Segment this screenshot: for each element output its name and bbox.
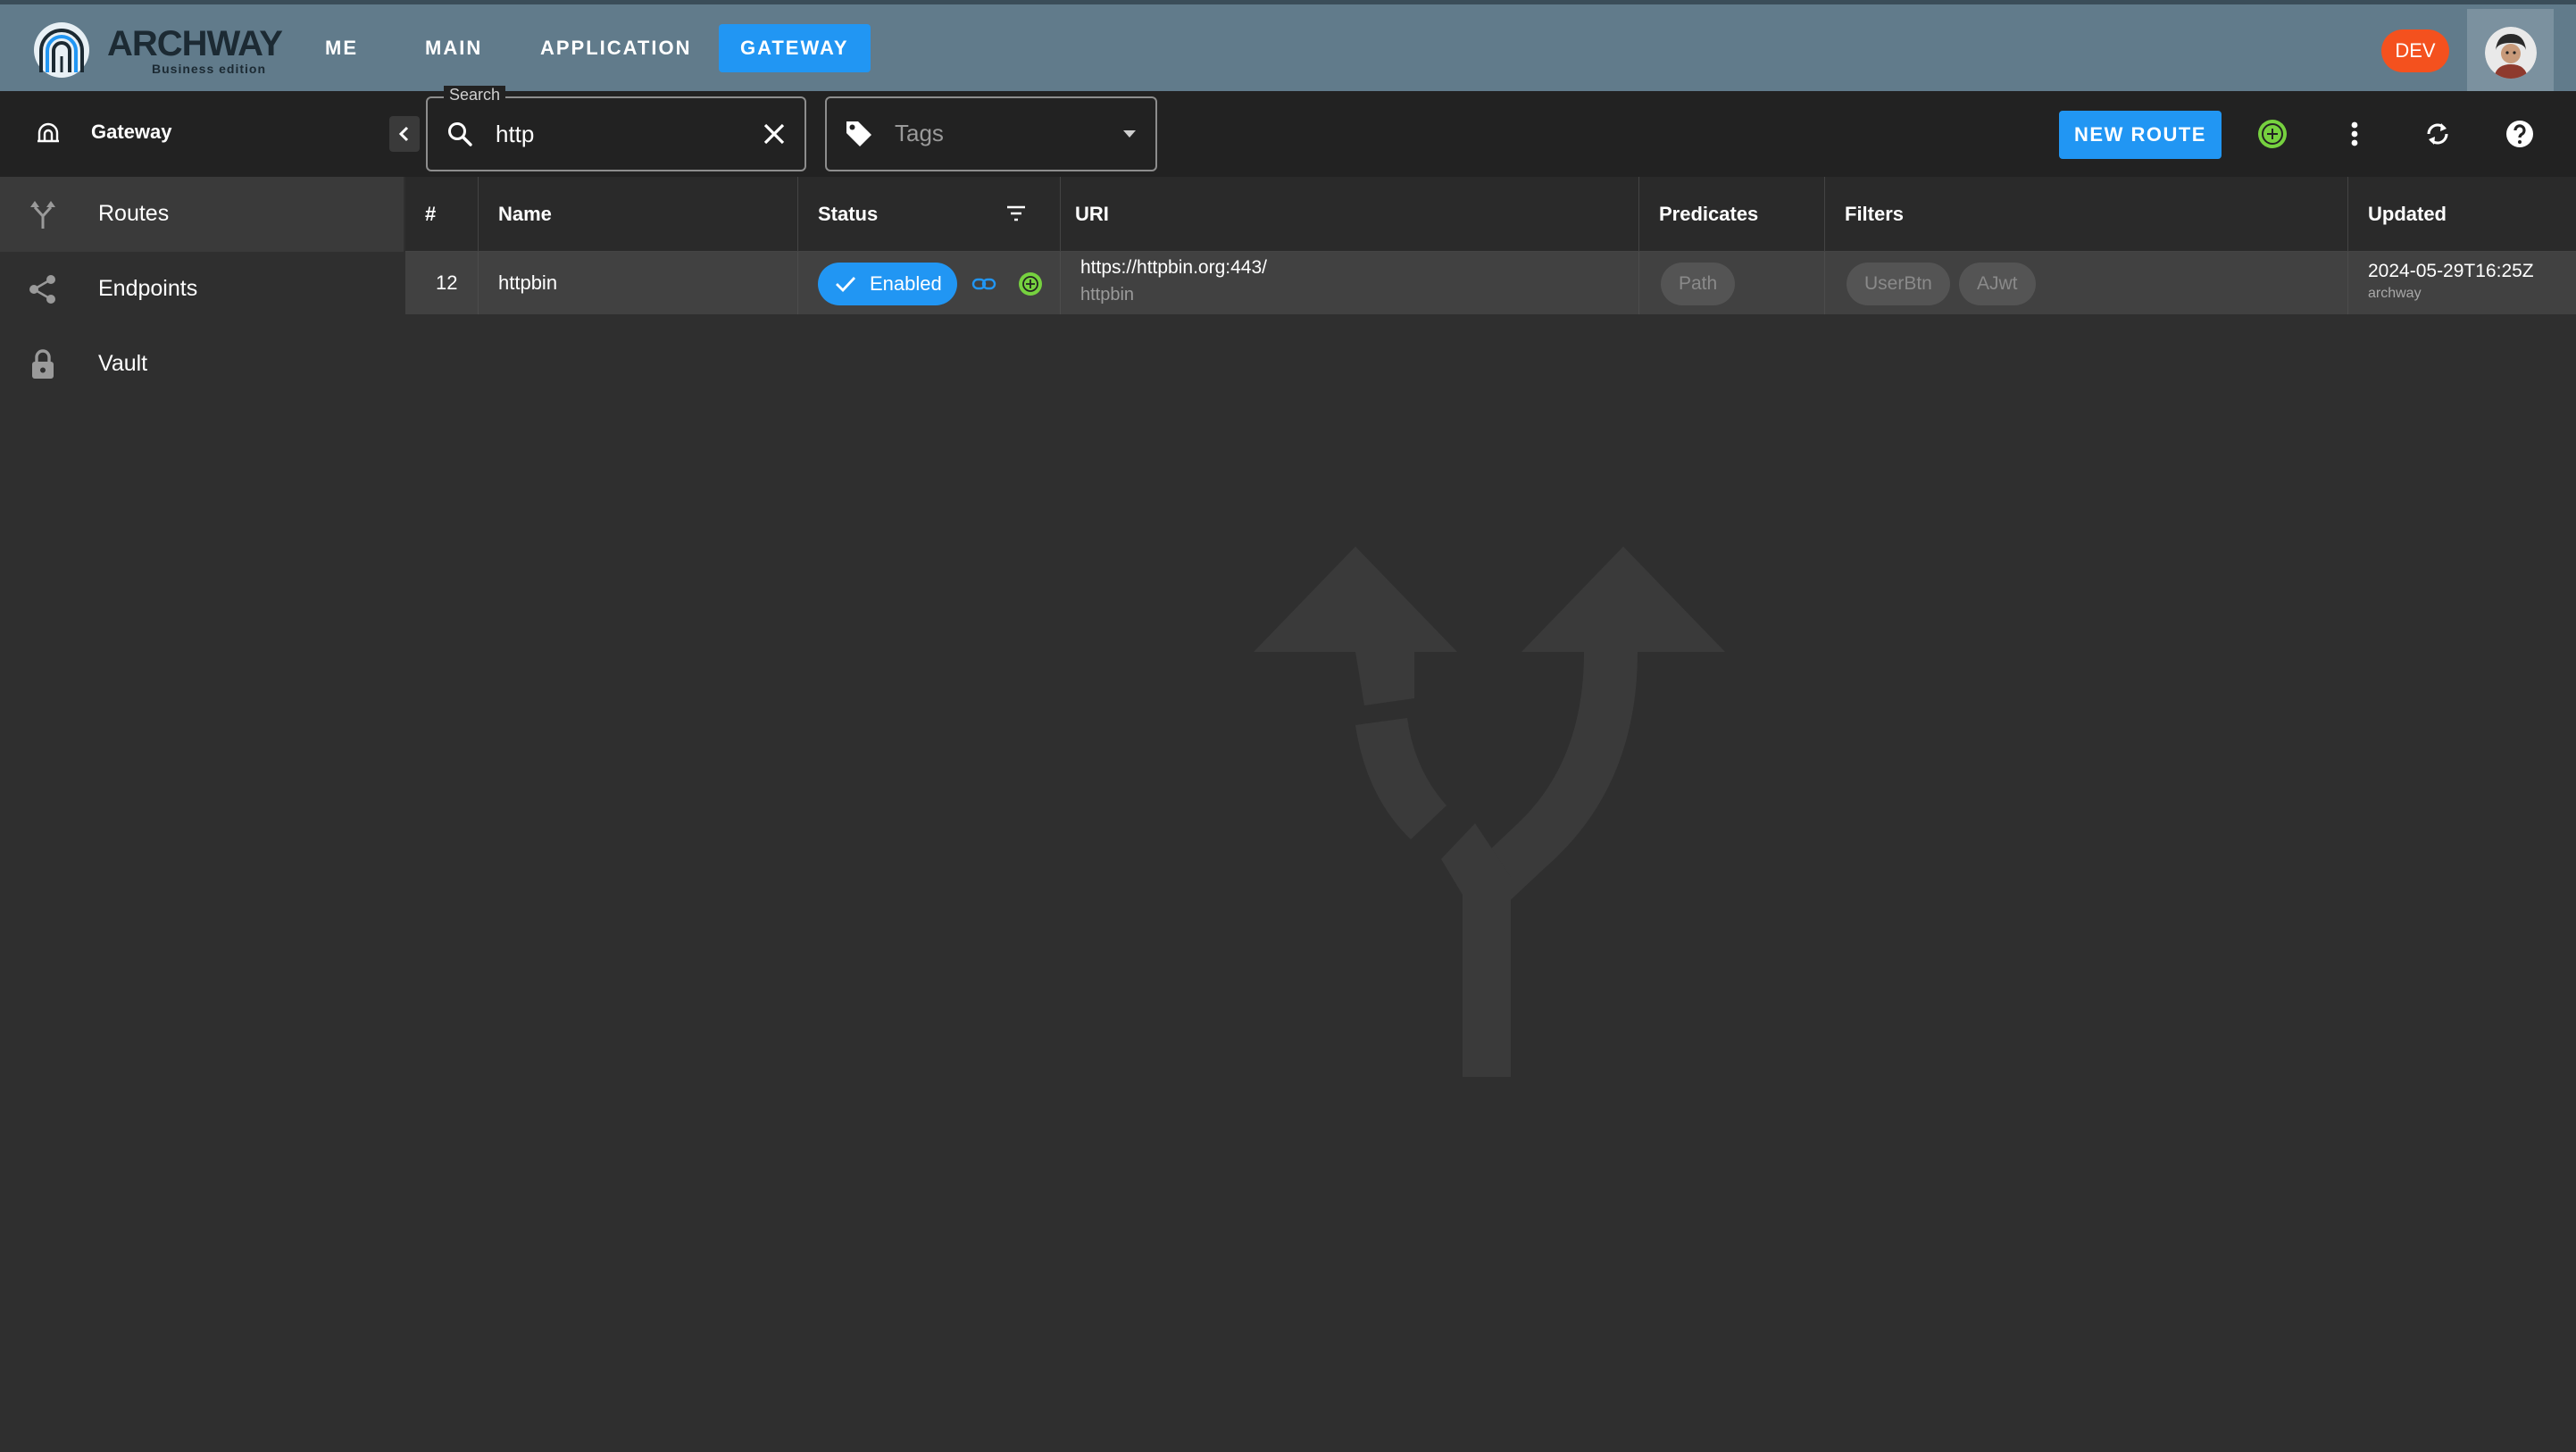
link-icon[interactable] bbox=[971, 274, 996, 294]
column-header-updated[interactable]: Updated bbox=[2348, 177, 2576, 252]
nav-application[interactable]: APPLICATION bbox=[519, 24, 713, 72]
fork-icon bbox=[30, 201, 55, 229]
column-header-predicates[interactable]: Predicates bbox=[1639, 177, 1825, 252]
fork-watermark-icon bbox=[1254, 547, 1725, 1077]
top-app-bar: ARCHWAY Business edition ME MAIN APPLICA… bbox=[0, 0, 2576, 96]
gateway-icon bbox=[38, 122, 59, 143]
more-menu-button[interactable] bbox=[2338, 117, 2372, 151]
table-row[interactable]: 12 httpbin https://httpbin.org:443/ http… bbox=[405, 252, 2576, 314]
column-header-status-label: Status bbox=[818, 203, 879, 225]
logo-subtitle: Business edition bbox=[152, 62, 267, 76]
route-uri-label: httpbin bbox=[1080, 285, 1135, 305]
chevron-down-icon bbox=[1123, 130, 1136, 138]
archway-logo-icon bbox=[34, 22, 89, 78]
tags-select[interactable]: Tags bbox=[825, 96, 1157, 171]
column-header-name[interactable]: Name bbox=[479, 177, 798, 252]
environment-badge: DEV bbox=[2381, 29, 2449, 72]
check-icon bbox=[836, 277, 856, 293]
share-icon bbox=[29, 275, 55, 304]
new-route-button[interactable]: NEW ROUTE bbox=[2059, 111, 2222, 159]
filter-icon[interactable] bbox=[1005, 204, 1027, 223]
search-field[interactable]: Search bbox=[426, 86, 806, 171]
health-icon[interactable] bbox=[1018, 271, 1043, 296]
close-icon[interactable] bbox=[762, 121, 787, 146]
sidebar: Routes Endpoints Vault bbox=[0, 177, 404, 1452]
nav-me[interactable]: ME bbox=[304, 24, 379, 72]
logo-text: ARCHWAY bbox=[107, 24, 283, 63]
logo[interactable]: ARCHWAY Business edition bbox=[32, 21, 283, 79]
avatar bbox=[2484, 26, 2537, 79]
refresh-icon bbox=[2427, 123, 2448, 145]
user-menu[interactable] bbox=[2467, 9, 2554, 96]
updated-timestamp: 2024-05-29T16:25Z bbox=[2368, 261, 2534, 281]
sidebar-item-label: Endpoints bbox=[98, 276, 198, 301]
tag-icon bbox=[846, 121, 871, 146]
more-vert-icon bbox=[2351, 121, 2358, 146]
cell-name: httpbin bbox=[479, 252, 798, 314]
filter-chip[interactable]: UserBtn bbox=[1847, 263, 1950, 305]
sidebar-item-endpoints[interactable]: Endpoints bbox=[0, 252, 404, 327]
collapse-sidebar-button[interactable] bbox=[389, 116, 420, 152]
route-name: httpbin bbox=[498, 271, 558, 294]
nav-main[interactable]: MAIN bbox=[404, 24, 504, 72]
cell-updated: 2024-05-29T16:25Z archway bbox=[2348, 252, 2576, 314]
help-button[interactable] bbox=[2503, 117, 2537, 151]
column-header-status[interactable]: Status bbox=[798, 177, 1061, 252]
predicate-chip[interactable]: Path bbox=[1661, 263, 1736, 305]
sidebar-item-label: Vault bbox=[98, 351, 148, 376]
help-icon bbox=[2506, 121, 2533, 147]
column-header-uri[interactable]: URI bbox=[1061, 177, 1639, 252]
search-input[interactable] bbox=[496, 116, 754, 152]
status-badge[interactable]: Enabled bbox=[818, 263, 957, 305]
health-icon bbox=[2258, 120, 2287, 148]
route-uri[interactable]: https://httpbin.org:443/ bbox=[1080, 257, 1267, 279]
sidebar-item-label: Routes bbox=[98, 201, 170, 226]
chevron-left-icon bbox=[398, 126, 409, 142]
tags-placeholder: Tags bbox=[895, 120, 944, 146]
sidebar-item-vault[interactable]: Vault bbox=[0, 327, 404, 402]
health-status-button[interactable] bbox=[2255, 117, 2289, 151]
column-header-id[interactable]: # bbox=[405, 177, 479, 252]
column-header-filters[interactable]: Filters bbox=[1825, 177, 2348, 252]
status-label: Enabled bbox=[870, 272, 942, 295]
cell-id: 12 bbox=[405, 252, 479, 314]
cell-uri: https://httpbin.org:443/ httpbin bbox=[1061, 252, 1639, 314]
nav-gateway[interactable]: GATEWAY bbox=[719, 24, 871, 72]
table-header: # Name Status URI Predicates Filters Upd… bbox=[405, 177, 2576, 252]
refresh-button[interactable] bbox=[2421, 117, 2455, 151]
search-icon bbox=[448, 122, 472, 146]
updated-by: archway bbox=[2368, 286, 2422, 301]
search-legend: Search bbox=[444, 86, 506, 104]
breadcrumb: Gateway bbox=[91, 121, 172, 143]
filter-chip[interactable]: AJwt bbox=[1959, 263, 2036, 305]
sidebar-item-routes[interactable]: Routes bbox=[0, 177, 404, 252]
lock-icon bbox=[32, 349, 54, 379]
